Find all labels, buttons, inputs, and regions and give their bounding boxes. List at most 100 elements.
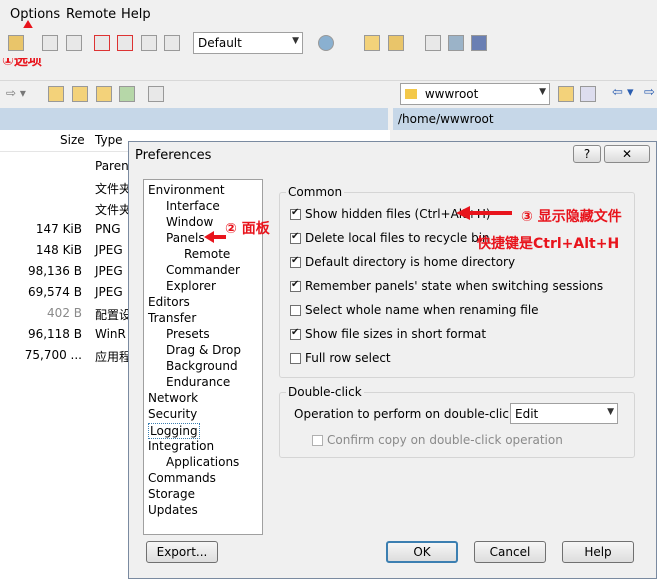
home-icon[interactable] (96, 86, 112, 102)
tree-item-applications[interactable]: Applications (166, 455, 239, 469)
file-row-type[interactable]: JPEG (95, 285, 123, 299)
tree-item-commands[interactable]: Commands (148, 471, 216, 485)
tree-item-editors[interactable]: Editors (148, 295, 190, 309)
new-session-icon[interactable] (364, 35, 380, 51)
option-label: Remember panels' state when switching se… (305, 279, 604, 293)
file-row-size[interactable]: 147 KiB (0, 222, 82, 236)
remote-dir-value: wwwroot (424, 87, 479, 101)
tree-item-presets[interactable]: Presets (166, 327, 210, 341)
option-checkbox[interactable] (290, 231, 301, 244)
tree-item-integration[interactable]: Integration (148, 439, 214, 453)
nav-back-icon[interactable]: ⇦ ▾ (612, 85, 634, 100)
remote-path: /home/wwwroot (398, 112, 494, 126)
help-button[interactable]: Help (562, 541, 634, 563)
root-dir-icon[interactable] (72, 86, 88, 102)
menu-bar: Options Remote Help (0, 0, 657, 28)
annotation-show-hidden: ③ 显示隐藏文件 (521, 209, 622, 225)
menu-help[interactable]: Help (121, 7, 151, 22)
sync-icon[interactable] (117, 35, 133, 51)
tree-icon[interactable] (148, 86, 164, 102)
tree-item-drag-drop[interactable]: Drag & Drop (166, 343, 241, 357)
option-label: Default directory is home directory (305, 255, 516, 269)
option-label: Full row select (305, 351, 391, 365)
nav-forward-icon[interactable]: ⇨ (644, 85, 655, 100)
option-checkbox[interactable] (290, 207, 301, 220)
tree-item-transfer[interactable]: Transfer (148, 311, 196, 325)
tree-item-environment[interactable]: Environment (148, 183, 225, 197)
tree-item-security[interactable]: Security (148, 407, 197, 421)
save-icon[interactable] (471, 35, 487, 51)
tree-item-explorer[interactable]: Explorer (166, 279, 216, 293)
dialog-help-button[interactable]: ? (573, 145, 601, 163)
annotation-arrow-left-icon-2 (456, 206, 512, 220)
option-3[interactable]: Remember panels' state when switching se… (290, 279, 603, 293)
plus-icon[interactable] (42, 35, 58, 51)
tree-item-storage[interactable]: Storage (148, 487, 195, 501)
file-row-size[interactable]: 75,700 ... (0, 348, 82, 362)
open-session-icon[interactable] (388, 35, 404, 51)
tree-item-background[interactable]: Background (166, 359, 238, 373)
option-5[interactable]: Show file sizes in short format (290, 327, 486, 341)
disconnect-icon[interactable] (425, 35, 441, 51)
dialog-close-button[interactable]: ✕ (604, 145, 650, 163)
session-combo-value: Default (198, 36, 242, 50)
parent-dir-icon[interactable] (48, 86, 64, 102)
file-row-type[interactable]: 应用程 (95, 348, 131, 365)
refresh-icon[interactable] (164, 35, 180, 51)
tree-item-interface[interactable]: Interface (166, 199, 220, 213)
file-row-type[interactable]: 文件夹 (95, 180, 131, 197)
remote-dir-combo[interactable]: wwwroot ▼ (400, 83, 550, 105)
file-row-size[interactable]: 69,574 B (0, 285, 82, 299)
refresh-dir-icon[interactable] (119, 86, 135, 102)
file-row-type[interactable]: 文件夹 (95, 201, 131, 218)
tree-item-endurance[interactable]: Endurance (166, 375, 230, 389)
ok-button[interactable]: OK (386, 541, 458, 563)
tree-item-commander[interactable]: Commander (166, 263, 240, 277)
double-click-select[interactable]: Edit ▼ (510, 403, 618, 424)
cancel-button[interactable]: Cancel (474, 541, 546, 563)
tree-item-network[interactable]: Network (148, 391, 198, 405)
option-6[interactable]: Full row select (290, 351, 391, 365)
tree-item-updates[interactable]: Updates (148, 503, 198, 517)
tree-item-window[interactable]: Window (166, 215, 213, 229)
file-row-type[interactable]: WinR (95, 327, 126, 341)
filter-dir-icon[interactable] (580, 86, 596, 102)
option-checkbox[interactable] (290, 353, 301, 364)
option-label: Delete local files to recycle bin (305, 231, 490, 245)
col-header-type[interactable]: Type (95, 133, 123, 147)
file-row-type[interactable]: JPEG (95, 264, 123, 278)
option-4[interactable]: Select whole name when renaming file (290, 303, 539, 317)
option-1[interactable]: Delete local files to recycle bin (290, 231, 490, 245)
confirm-copy-label: Confirm copy on double-click operation (327, 433, 563, 447)
option-checkbox[interactable] (290, 305, 301, 316)
globe-icon[interactable] (318, 35, 334, 51)
file-row-size[interactable]: 98,136 B (0, 264, 82, 278)
chevron-down-icon: ▼ (292, 36, 299, 46)
file-row-type[interactable]: 配置设 (95, 306, 131, 323)
file-row-type[interactable]: Paren (95, 159, 129, 173)
filter-icon[interactable] (94, 35, 110, 51)
back-arrow-icon[interactable]: ⇨ ▾ (6, 86, 26, 100)
menu-remote[interactable]: Remote (66, 7, 116, 22)
tree-item-remote[interactable]: Remote (184, 247, 230, 261)
option-checkbox[interactable] (290, 279, 301, 292)
file-row-size[interactable]: 148 KiB (0, 243, 82, 257)
col-header-size[interactable]: Size (60, 133, 85, 147)
file-row-type[interactable]: JPEG (95, 243, 123, 257)
file-row-size[interactable]: 96,118 B (0, 327, 82, 341)
minus-icon[interactable] (66, 35, 82, 51)
file-row-type[interactable]: PNG (95, 222, 121, 236)
chevron-down-icon: ▼ (539, 87, 546, 97)
file-row-size[interactable]: 402 B (0, 306, 82, 320)
option-2[interactable]: Default directory is home directory (290, 255, 515, 269)
session-combo[interactable]: Default ▼ (193, 32, 303, 54)
export-button[interactable]: Export... (146, 541, 218, 563)
terminal-icon[interactable] (448, 35, 464, 51)
tree-item-logging[interactable]: Logging (148, 423, 200, 439)
block-icon[interactable] (141, 35, 157, 51)
find-icon[interactable] (8, 35, 24, 51)
open-folder-icon[interactable] (558, 86, 574, 102)
option-checkbox[interactable] (290, 255, 301, 268)
option-checkbox[interactable] (290, 327, 301, 340)
tree-item-panels[interactable]: Panels (166, 231, 205, 245)
